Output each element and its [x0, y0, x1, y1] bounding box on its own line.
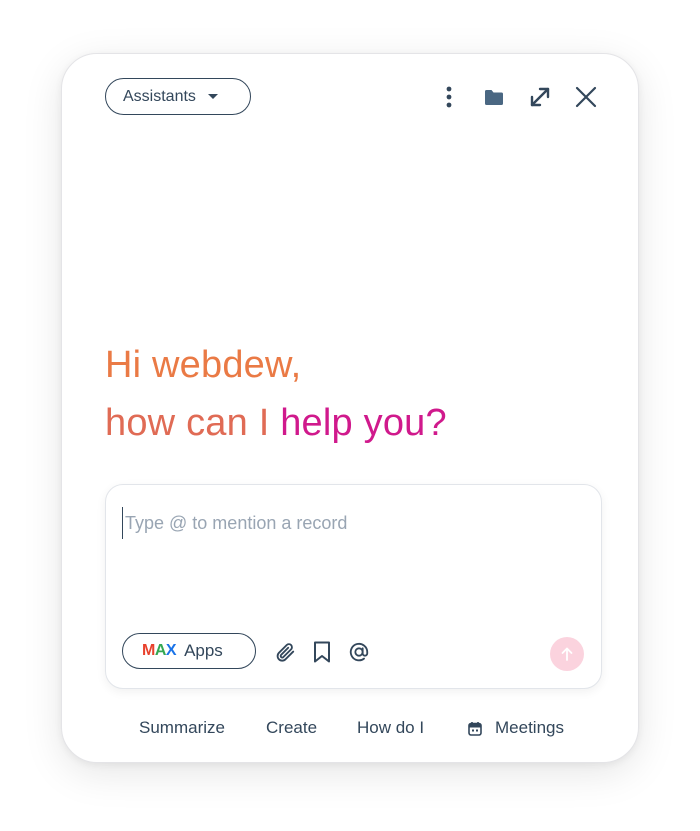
close-icon[interactable]: [573, 84, 599, 110]
summarize-label: Summarize: [139, 718, 225, 737]
more-vertical-icon[interactable]: [436, 84, 462, 110]
caret-down-icon: [207, 94, 218, 99]
calendar-icon: [468, 721, 482, 736]
paperclip-icon[interactable]: [273, 640, 297, 664]
apps-logo: MAX: [142, 642, 177, 659]
suggestion-summarize[interactable]: Summarize: [139, 718, 225, 738]
create-label: Create: [266, 718, 318, 737]
arrow-up-icon: [561, 647, 573, 661]
apps-label: Apps: [184, 641, 223, 660]
message-composer: MAX Apps: [105, 484, 602, 689]
apps-button[interactable]: MAX Apps: [122, 633, 256, 669]
at-icon[interactable]: [347, 640, 371, 664]
expand-icon[interactable]: [527, 84, 553, 110]
send-button[interactable]: [550, 637, 584, 671]
greeting-heading: Hi webdew, how can I help you?: [105, 336, 605, 452]
greeting-line-1: Hi webdew,: [105, 344, 302, 386]
bookmark-icon[interactable]: [310, 640, 334, 664]
meetings-label: Meetings: [495, 718, 564, 737]
message-input[interactable]: [122, 507, 567, 539]
greeting-line-2-end: help you?: [280, 402, 447, 444]
assistant-panel: Assistants Hi webdew, how can I help you…: [61, 53, 639, 763]
suggestion-how-do-i[interactable]: How do I: [357, 718, 424, 738]
assistants-label: Assistants: [123, 87, 196, 105]
suggestion-create[interactable]: Create: [266, 718, 317, 738]
folder-icon[interactable]: [481, 84, 507, 110]
suggestion-meetings[interactable]: Meetings: [468, 718, 564, 738]
greeting-line-2-start: how can I: [105, 402, 270, 444]
assistants-dropdown[interactable]: Assistants: [105, 78, 251, 115]
how-do-i-label: How do I: [357, 718, 425, 737]
